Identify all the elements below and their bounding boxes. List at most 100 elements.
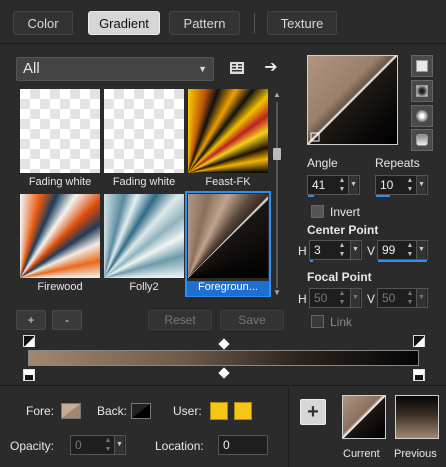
gallery-item-label: Fading white [112,176,176,188]
chevron-up-icon[interactable]: ▲ [272,90,282,99]
focal-v-caret-icon[interactable]: ▼ [416,289,426,307]
color-stop-top-left[interactable] [23,335,35,347]
gallery-scrollbar[interactable]: ▲ ▼ [272,90,282,298]
fore-color-swatch[interactable] [61,403,81,419]
user-color-swatch-2[interactable] [234,402,252,420]
spin-arrows-icon[interactable]: ▲ ▼ [337,289,347,307]
tab-bar: Color Gradient Pattern Texture [0,0,446,44]
center-v-label: V [367,244,376,258]
center-point-marker-icon[interactable] [310,132,320,142]
angle-label: Angle [307,156,338,170]
add-to-library-button[interactable]: + [300,399,326,425]
focal-h-label: H [298,292,307,306]
add-gradient-button[interactable]: + [16,310,46,330]
linear-gradient-button[interactable] [411,55,433,77]
gradient-preview[interactable] [307,55,398,145]
remove-gradient-button[interactable]: - [52,310,82,330]
library-icon-button[interactable] [227,58,247,78]
radial-icon [416,134,428,146]
category-dropdown[interactable]: All ▼ [16,57,214,81]
tab-separator [254,13,255,33]
gradient-editor-bar[interactable] [28,350,419,366]
gradient-thumbnail [20,89,100,173]
gallery-item[interactable]: Firewood [20,194,100,293]
fore-label: Fore: [26,404,55,418]
sunburst-icon [416,110,428,122]
spin-arrows-icon[interactable]: ▲ ▼ [405,289,415,307]
sunburst-gradient-button[interactable] [411,105,433,127]
swatch-corner-icon [62,404,80,418]
center-h-caret-icon[interactable]: ▼ [350,241,360,259]
focal-v-value: 50 [382,291,396,305]
previous-gradient-swatch[interactable] [395,395,439,439]
center-h-label: H [298,244,307,258]
center-h-value: 3 [314,243,321,257]
gradient-thumbnail [20,194,100,278]
spin-arrows-icon[interactable]: ▲ ▼ [103,436,113,454]
gallery-item-selected[interactable]: Foregroun... [185,191,271,297]
stop-marker-icon [414,337,424,347]
location-value: 0 [223,438,230,452]
swatch-corner-icon [132,404,150,418]
spin-arrows-icon[interactable]: ▲ ▼ [337,176,347,194]
midpoint-bottom-diamond[interactable] [218,367,230,379]
location-field[interactable]: 0 [218,435,268,455]
stop-marker-icon [415,375,423,380]
arrow-right-icon[interactable]: ➔ [261,57,281,77]
center-h-slider[interactable] [310,260,313,262]
gradient-thumbnail [188,194,268,278]
focal-h-value: 50 [314,291,328,305]
spin-arrows-icon[interactable]: ▲ ▼ [405,176,415,194]
gradient-thumbnail [104,89,184,173]
spin-arrows-icon[interactable]: ▲ ▼ [337,241,347,259]
rectangular-gradient-button[interactable] [411,80,433,102]
midpoint-top-diamond[interactable] [218,338,230,350]
rectangular-icon [416,85,428,97]
gradient-thumbnail [188,89,268,173]
gallery-item-label: Fading white [28,176,92,188]
opacity-label: Opacity: [10,439,55,453]
invert-checkbox[interactable] [311,205,324,218]
angle-slider[interactable] [308,195,314,197]
color-stop-bottom-right[interactable] [413,369,425,381]
gradient-thumbnail [104,194,184,278]
scroll-thumb[interactable] [273,148,281,160]
repeats-value: 10 [380,178,394,192]
stop-marker-icon [24,337,34,347]
radial-gradient-button[interactable] [411,129,433,151]
focal-h-caret-icon[interactable]: ▼ [350,289,360,307]
center-v-caret-icon[interactable]: ▼ [416,241,426,259]
repeats-label: Repeats [375,156,420,170]
link-label: Link [330,315,353,329]
gallery-item[interactable]: Feast-FK [188,89,268,188]
back-color-swatch[interactable] [131,403,151,419]
tab-texture[interactable]: Texture [267,11,337,35]
center-v-value: 99 [382,243,396,257]
gradient-gallery: Fading white Fading white Feast-FK Firew… [16,86,271,298]
link-checkbox[interactable] [311,315,324,328]
tab-color[interactable]: Color [13,11,73,35]
gallery-item[interactable]: Folly2 [104,194,184,293]
focal-v-label: V [367,292,376,306]
save-button[interactable]: Save [220,310,284,330]
repeats-slider[interactable] [376,195,390,197]
location-label: Location: [155,439,204,453]
angle-dropdown-caret-icon[interactable]: ▼ [348,176,358,194]
opacity-caret-icon[interactable]: ▼ [114,436,124,454]
chevron-down-icon[interactable]: ▼ [272,288,282,297]
spin-arrows-icon[interactable]: ▲ ▼ [405,241,415,259]
gallery-item[interactable]: Fading white [20,89,100,188]
chevron-down-icon: ▼ [198,64,207,74]
user-color-swatch-1[interactable] [210,402,228,420]
gallery-item-label: Foregroun... [187,281,269,296]
repeats-dropdown-caret-icon[interactable]: ▼ [416,176,426,194]
stop-marker-icon [25,375,33,380]
reset-button[interactable]: Reset [148,310,212,330]
center-v-slider[interactable] [378,260,427,262]
current-gradient-swatch[interactable] [342,395,386,439]
tab-gradient[interactable]: Gradient [88,11,160,35]
tab-pattern[interactable]: Pattern [169,11,240,35]
gallery-item[interactable]: Fading white [104,89,184,188]
color-stop-top-right[interactable] [413,335,425,347]
color-stop-bottom-left[interactable] [23,369,35,381]
